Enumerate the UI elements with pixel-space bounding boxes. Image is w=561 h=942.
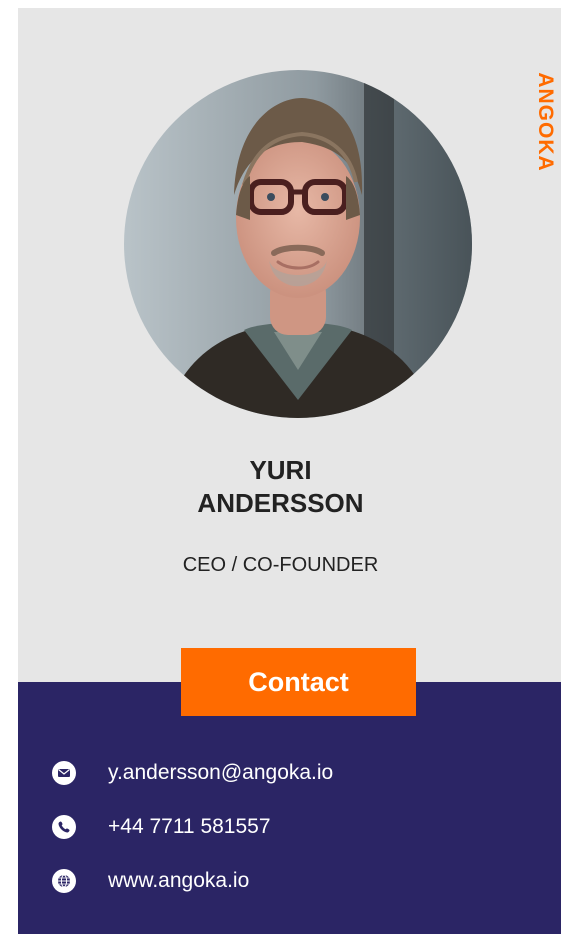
person-role: CEO / CO-FOUNDER: [182, 554, 379, 576]
card-bottom-panel: [18, 682, 561, 934]
phone-row[interactable]: +44 7711 581557: [52, 815, 271, 839]
person-first-name: YURI: [249, 455, 312, 485]
envelope-icon: [52, 761, 76, 785]
website-link[interactable]: www.angoka.io: [108, 869, 249, 893]
email-row[interactable]: y.andersson@angoka.io: [52, 761, 333, 785]
profile-photo-illustration: [124, 70, 472, 418]
person-name: YURI ANDERSSON: [0, 454, 561, 520]
phone-icon: [52, 815, 76, 839]
website-row[interactable]: www.angoka.io: [52, 869, 249, 893]
globe-icon: [52, 869, 76, 893]
brand-logo-text: ANGOKA: [534, 72, 557, 172]
contact-button[interactable]: Contact: [181, 648, 416, 716]
phone-link[interactable]: +44 7711 581557: [108, 815, 271, 839]
profile-photo: [124, 70, 472, 418]
email-link[interactable]: y.andersson@angoka.io: [108, 761, 333, 785]
person-last-name: ANDERSSON: [197, 488, 364, 518]
business-card: ANGOKA YURI ANDERSSON CEO / CO-FOUNDER C…: [18, 8, 561, 934]
